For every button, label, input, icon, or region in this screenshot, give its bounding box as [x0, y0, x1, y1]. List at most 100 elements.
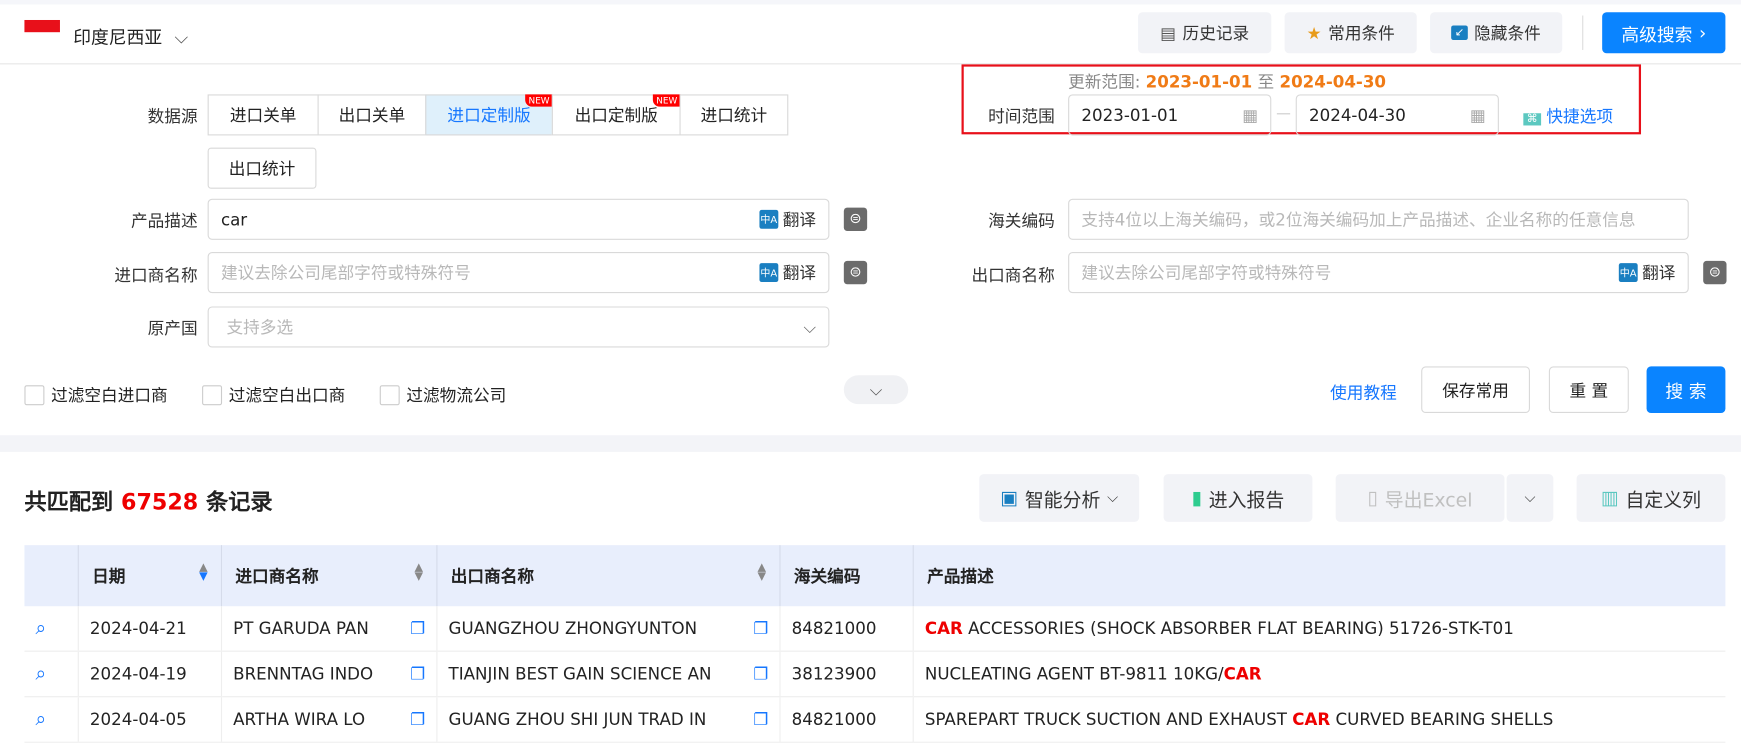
tab-export-customs[interactable]: 出口关单: [317, 94, 427, 136]
translate-label: 翻译: [782, 209, 817, 230]
tab-export-custom[interactable]: 出口定制版 NEW: [551, 94, 681, 136]
search-detail-icon[interactable]: ⊜: [843, 207, 868, 231]
header-hscode: 海关编码: [779, 545, 914, 607]
save-label: 保存常用: [1442, 380, 1509, 401]
translate-button[interactable]: 中A 翻译: [759, 261, 816, 284]
header-exporter[interactable]: 出口商名称 ▲ ▼: [436, 545, 780, 607]
hide-label: 隐藏条件: [1474, 23, 1541, 44]
enter-report-button[interactable]: ▮ 进入报告: [1163, 474, 1313, 522]
translate-button[interactable]: 中A 翻译: [759, 208, 816, 231]
sort-icon[interactable]: ▲ ▼: [414, 562, 423, 582]
expand-button[interactable]: ⌵: [843, 375, 909, 405]
update-range-label: 更新范围:: [1068, 72, 1141, 93]
desc-text: SPAREPART TRUCK SUCTION AND EXHAUST: [924, 709, 1293, 730]
desc-highlight: CAR: [924, 618, 963, 639]
cell-hscode: 84821000: [779, 696, 914, 743]
datasource-label: 数据源: [147, 106, 198, 127]
table-row[interactable]: ⌕ 2024-04-19 BRENNTAG INDO ❐ TIANJIN BEST…: [24, 651, 1726, 698]
header-date[interactable]: 日期 ▲ ▼: [77, 545, 222, 607]
advanced-label: 高级搜索: [1621, 23, 1693, 45]
report-label: 进入报告: [1208, 489, 1285, 512]
filter-logistics-checkbox[interactable]: 过滤物流公司: [379, 383, 506, 406]
save-common-button[interactable]: 保存常用: [1421, 366, 1530, 414]
export-excel-button[interactable]: ▯ 导出Excel: [1335, 474, 1505, 522]
bi-icon: ▣: [1000, 486, 1019, 510]
importer-input[interactable]: 建议去除公司尾部字符或特殊符号 中A 翻译: [207, 252, 830, 294]
hscode-placeholder: 支持4位以上海关编码，或2位海关编码加上产品描述、企业名称的任意信息: [1081, 209, 1636, 230]
divider: [1582, 15, 1584, 50]
copy-icon[interactable]: ❐: [410, 664, 425, 684]
origin-placeholder: 支持多选: [226, 317, 294, 338]
quick-options-link[interactable]: ⌘ 快捷选项: [1523, 104, 1613, 127]
search-detail-icon[interactable]: ⊜: [1703, 260, 1727, 285]
reset-button[interactable]: 重 置: [1548, 366, 1629, 414]
analysis-label: 智能分析: [1024, 489, 1101, 512]
copy-icon[interactable]: ❐: [410, 618, 425, 638]
history-button[interactable]: ▤ 历史记录: [1138, 12, 1272, 54]
sort-icon[interactable]: ▲ ▼: [758, 562, 767, 582]
chevron-down-icon: ⌵: [869, 379, 883, 400]
header-action: [24, 545, 79, 607]
header-label: 日期: [92, 566, 126, 587]
search-detail-icon[interactable]: ⊜: [843, 260, 868, 285]
table-row[interactable]: ⌕ 2024-04-05 ARTHA WIRA LO ❐ GUANG ZHOU S…: [24, 696, 1726, 743]
exporter-input[interactable]: 建议去除公司尾部字符或特殊符号 中A 翻译: [1068, 252, 1689, 294]
filter-empty-importer-checkbox[interactable]: 过滤空白进口商: [24, 383, 168, 406]
export-dropdown-button[interactable]: ⌵: [1506, 474, 1554, 522]
custom-columns-button[interactable]: ▥ 自定义列: [1576, 474, 1726, 522]
row-detail-icon[interactable]: ⌕: [24, 606, 79, 652]
exporter-name: GUANGZHOU ZHONGYUNTON: [448, 618, 698, 639]
cell-hscode: 84821000: [779, 606, 914, 652]
copy-icon[interactable]: ❐: [753, 664, 768, 684]
tutorial-link[interactable]: 使用教程: [1330, 381, 1397, 404]
exporter-name: TIANJIN BEST GAIN SCIENCE AN: [448, 663, 712, 684]
advanced-search-button[interactable]: 高级搜索 ›: [1602, 12, 1726, 54]
smart-analysis-button[interactable]: ▣ 智能分析 ⌵: [979, 474, 1140, 522]
translate-icon: 中A: [759, 263, 779, 283]
checkbox-box: [202, 384, 223, 405]
copy-icon[interactable]: ❐: [410, 709, 425, 729]
translate-button[interactable]: 中A 翻译: [1618, 261, 1676, 284]
cell-date: 2024-04-05: [77, 696, 222, 743]
tab-export-stats[interactable]: 出口统计: [207, 147, 317, 189]
row-detail-icon[interactable]: ⌕: [24, 651, 79, 698]
importer-name: PT GARUDA PAN: [233, 618, 369, 639]
date-from-input[interactable]: 2023-01-01 ▦: [1068, 94, 1272, 136]
tab-import-stats[interactable]: 进口统计: [679, 94, 789, 136]
table-row[interactable]: ⌕ 2024-04-21 PT GARUDA PAN ❐ GUANGZHOU ZH…: [24, 606, 1726, 652]
product-value: car: [220, 209, 248, 230]
time-range-label: 时间范围: [988, 106, 1055, 127]
columns-icon: ▥: [1601, 486, 1619, 510]
importer-name: BRENNTAG INDO: [233, 663, 374, 684]
cell-date: 2024-04-19: [77, 651, 222, 698]
copy-icon[interactable]: ❐: [753, 709, 768, 729]
hide-conditions-button[interactable]: ↙ 隐藏条件: [1430, 12, 1563, 54]
tab-import-custom[interactable]: 进口定制版 NEW: [425, 94, 553, 136]
update-range: 更新范围: 2023-01-01 至 2024-04-30: [1068, 70, 1386, 93]
filter-empty-exporter-checkbox[interactable]: 过滤空白出口商: [202, 383, 345, 406]
common-conditions-button[interactable]: ★ 常用条件: [1284, 12, 1417, 54]
tab-label: 出口统计: [228, 158, 296, 179]
translate-label: 翻译: [1642, 263, 1676, 284]
exporter-label: 出口商名称: [971, 265, 1055, 286]
tab-label: 进口定制版: [447, 105, 531, 126]
desc-text: ACCESSORIES (SHOCK ABSORBER FLAT BEARING…: [962, 618, 1514, 639]
result-suffix: 条记录: [205, 488, 273, 516]
origin-select[interactable]: 支持多选 ⌵: [207, 306, 830, 348]
product-input[interactable]: car 中A 翻译: [207, 198, 830, 240]
tab-import-customs[interactable]: 进口关单: [207, 94, 319, 136]
hscode-input[interactable]: 支持4位以上海关编码，或2位海关编码加上产品描述、企业名称的任意信息: [1068, 198, 1689, 240]
calendar-icon: ▦: [1469, 104, 1486, 125]
search-button[interactable]: 搜 索: [1646, 366, 1726, 414]
cell-exporter: GUANGZHOU ZHONGYUNTON ❐: [436, 606, 780, 652]
header-importer[interactable]: 进口商名称 ▲ ▼: [220, 545, 437, 607]
row-detail-icon[interactable]: ⌕: [24, 696, 79, 743]
country-selector[interactable]: 印度尼西亚 ⌵: [73, 22, 188, 49]
sort-icon[interactable]: ▲ ▼: [199, 562, 208, 582]
desc-highlight: CAR: [1292, 709, 1331, 730]
date-to-input[interactable]: 2024-04-30 ▦: [1295, 94, 1499, 136]
top-strip: [0, 0, 1741, 5]
copy-icon[interactable]: ❐: [753, 618, 768, 638]
tab-label: 进口关单: [229, 105, 297, 126]
tab-label: 出口关单: [338, 105, 406, 126]
